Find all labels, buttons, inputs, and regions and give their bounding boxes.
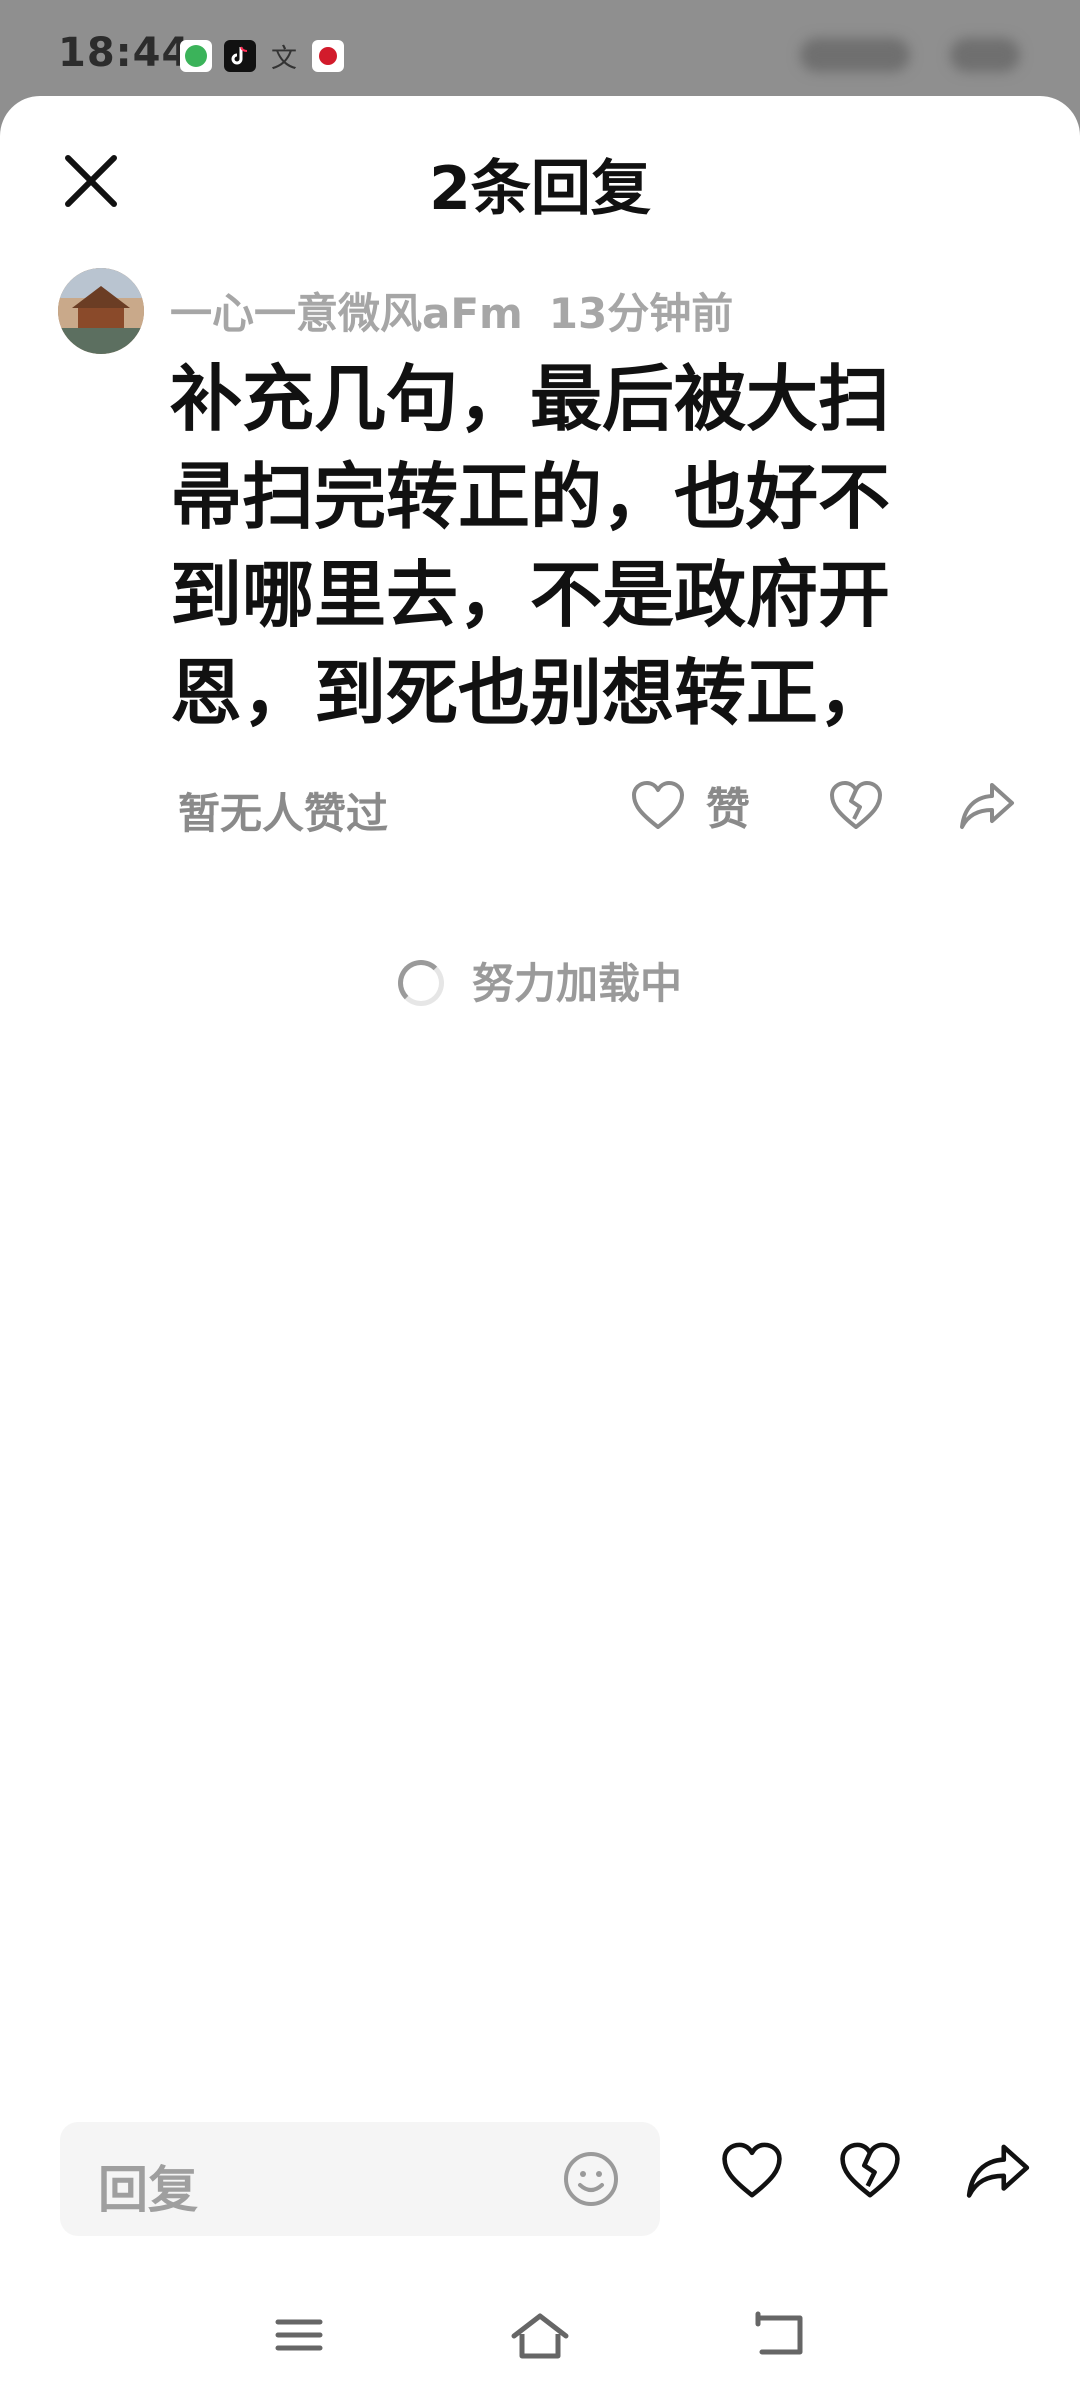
avatar[interactable] (58, 268, 144, 354)
status-time: 18:44 (58, 30, 191, 76)
system-nav-bar (0, 2300, 1080, 2400)
heart-icon (630, 779, 686, 831)
comment-time: 13分钟前 (548, 289, 734, 338)
bottom-dislike-button[interactable] (838, 2140, 902, 2204)
bottom-share-button[interactable] (964, 2140, 1032, 2204)
share-icon (958, 779, 1016, 831)
author-name[interactable]: 一心一意微风aFm (170, 289, 523, 338)
page-title: 2条回复 (429, 154, 651, 224)
heart-icon (720, 2142, 784, 2204)
status-bar: 18:44 文 (0, 0, 1080, 100)
reply-placeholder: 回复 (98, 2161, 198, 2219)
back-icon[interactable] (752, 2310, 806, 2364)
bottom-like-button[interactable] (720, 2140, 784, 2204)
broken-heart-icon (838, 2142, 902, 2204)
likes-status: 暂无人赞过 (178, 789, 389, 838)
reply-input[interactable]: 回复 (60, 2122, 660, 2236)
battery-icon (950, 38, 1020, 72)
share-icon (964, 2144, 1032, 2204)
broken-heart-icon (828, 779, 884, 831)
spinner-icon (397, 959, 444, 1006)
dislike-button[interactable] (828, 770, 884, 840)
share-button[interactable] (958, 770, 1016, 840)
loading-text: 努力加载中 (471, 959, 682, 1008)
tiktok-icon (224, 40, 256, 72)
like-label: 赞 (706, 784, 750, 835)
comment-text: 补充几句，最后被大扫帚扫完转正的，也好不到哪里去，不是政府开恩，到死也别想转正， (170, 357, 891, 735)
loading-indicator: 努力加载中 (0, 950, 1080, 1011)
comment-meta: 一心一意微风aFm 13分钟前 (170, 280, 733, 341)
wechat-icon (180, 40, 212, 72)
menu-icon[interactable] (274, 2310, 324, 2364)
home-icon[interactable] (508, 2310, 572, 2368)
like-button[interactable]: 赞 (630, 770, 750, 840)
status-indicators (800, 38, 910, 72)
emoji-icon[interactable] (562, 2150, 620, 2212)
china-unicom-icon (312, 40, 344, 72)
translate-icon: 文 (270, 43, 297, 74)
